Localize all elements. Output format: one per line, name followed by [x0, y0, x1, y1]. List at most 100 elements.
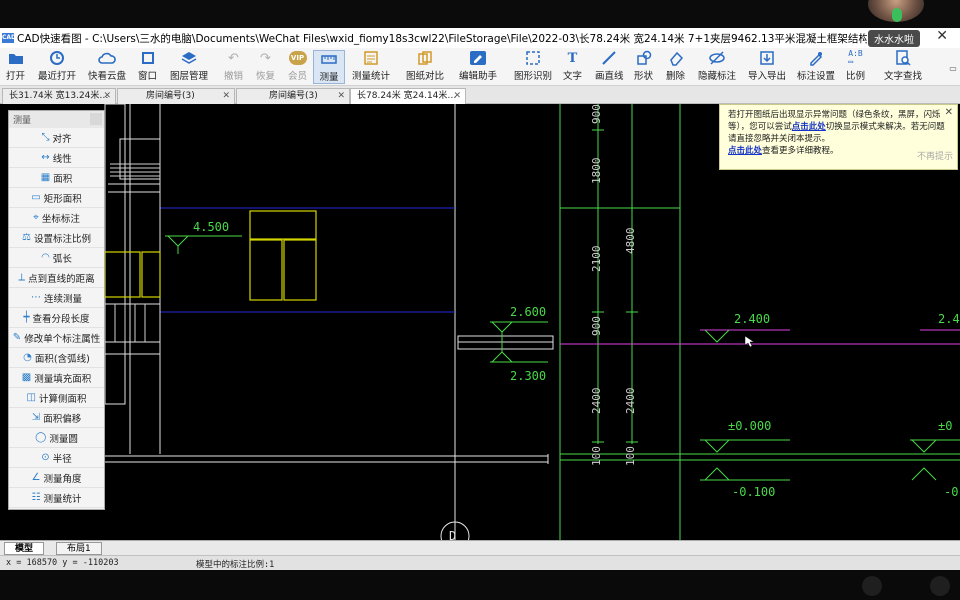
compare-icon	[416, 50, 434, 66]
measure-tool-item[interactable]: ↔ 线性	[9, 148, 104, 168]
title-bar: CAD CAD快速看图 - C:\Users\三水的电脑\Documents\W…	[0, 28, 960, 48]
measure-tool-item[interactable]: ∠ 测量角度	[9, 468, 104, 488]
switch-display-mode-link[interactable]: 点击此处	[792, 122, 826, 132]
measure-tool-item[interactable]: ✎ 修改单个标注属性	[9, 328, 104, 348]
draw-line-label: 画直线	[595, 71, 624, 82]
elevation-label-2400: 2.400	[734, 312, 770, 326]
close-tab-icon[interactable]: ✕	[222, 89, 230, 104]
edit-helper-button[interactable]: 编辑助手	[459, 50, 497, 82]
undo-button[interactable]: ↶ 撤销	[224, 50, 243, 83]
measure-tool-item[interactable]: ⇲ 面积偏移	[9, 408, 104, 428]
scale-button[interactable]: A:B ▭ 比例	[846, 50, 865, 83]
arc-area-icon: ◔	[23, 352, 32, 363]
cloud-button[interactable]: 快看云盘	[88, 50, 126, 82]
panel-minimize-button[interactable]	[90, 113, 102, 125]
align-icon: ⤡	[41, 132, 50, 143]
measure-tool-label: 计算侧面积	[38, 393, 87, 405]
compare-button[interactable]: 图纸对比	[406, 50, 444, 82]
open-button[interactable]: 打开	[6, 50, 25, 82]
measure-stats-button[interactable]: 测量统计	[352, 50, 390, 82]
video-control-icon[interactable]	[862, 576, 882, 596]
measure-tool-item[interactable]: ◫ 计算侧面积	[9, 388, 104, 408]
measure-tool-label: 半径	[52, 453, 72, 465]
video-overlay-bottom	[0, 570, 960, 600]
elevation-label-neg0100: -0.100	[732, 485, 775, 499]
close-tab-icon[interactable]: ✕	[453, 89, 461, 104]
mark-settings-button[interactable]: 标注设置	[797, 50, 835, 82]
elevation-label-2300: 2.300	[510, 369, 546, 383]
measure-tool-item[interactable]: ⟂ 点到直线的距离	[9, 268, 104, 288]
measure-tool-item[interactable]: ⚖ 设置标注比例	[9, 228, 104, 248]
close-tab-icon[interactable]: ✕	[103, 89, 111, 104]
measure-tool-item[interactable]: ▩ 测量填充面积	[9, 368, 104, 388]
notice-close-icon[interactable]: ✕	[945, 107, 953, 119]
dimension-1800: 1800	[590, 158, 603, 185]
measure-tool-item[interactable]: ⌖ 坐标标注	[9, 208, 104, 228]
measure-tool-item[interactable]: ⋯ 连续测量	[9, 288, 104, 308]
stats-sheet-icon	[362, 50, 380, 66]
close-tab-icon[interactable]: ✕	[337, 89, 345, 104]
open-label: 打开	[6, 71, 26, 82]
radius-icon: ⊙	[41, 452, 50, 463]
folder-icon	[7, 50, 25, 66]
draw-line-button[interactable]: 画直线	[595, 50, 624, 82]
measure-tool-item[interactable]: ┿ 查看分段长度	[9, 308, 104, 328]
measure-tool-item[interactable]: ☷ 测量统计	[9, 488, 104, 508]
segment-icon: ┿	[23, 312, 30, 323]
stats-icon: ☷	[31, 492, 41, 503]
text-search-button[interactable]: 文字查找	[884, 50, 922, 82]
measure-button[interactable]: 测量	[313, 50, 345, 84]
shape-recog-button[interactable]: 图形识别	[514, 50, 552, 82]
app-logo-icon: CAD	[2, 33, 17, 43]
tab-room-number-1[interactable]: 房间编号(3) ✕	[117, 88, 235, 104]
window-button[interactable]: 窗口	[138, 50, 157, 82]
tab-label: 长31.74米 宽13.24米…	[9, 91, 109, 101]
tab-room-number-2[interactable]: 房间编号(3) ✕	[236, 88, 350, 104]
import-export-button[interactable]: 导入导出	[748, 50, 786, 82]
elevation-label-0000-right: ±0	[938, 419, 952, 433]
text-search-icon	[894, 50, 912, 66]
measure-panel-list: ⤡ 对齐 ↔ 线性 ▦ 面积 ▭ 矩形面积 ⌖ 坐标标注 ⚖ 设置标注比例 ◠ 弧长 ⟂ 点到直线的距离 ⋯ 连续…	[9, 128, 104, 508]
measure-tool-item[interactable]: ▦ 面积	[9, 168, 104, 188]
tab-doc-active[interactable]: 长78.24米 宽24.14米… ✕	[350, 88, 466, 104]
text-icon: T	[567, 50, 578, 66]
text-button[interactable]: T 文字	[563, 50, 582, 83]
main-toolbar: 打开 最近打开 快看云盘 窗口 图层管理 ↶ 撤销 ↷ 恢复 VIP 会员 测量…	[0, 48, 960, 86]
tab-model[interactable]: 模型	[4, 542, 45, 555]
circle-icon: ◯	[35, 432, 47, 443]
compare-label: 图纸对比	[406, 71, 445, 82]
hide-marks-label: 隐藏标注	[698, 71, 737, 82]
tab-layout-1[interactable]: 布局1	[56, 542, 102, 555]
microphone-icon	[892, 8, 902, 22]
redo-icon: ↷	[260, 50, 271, 66]
edit-helper-icon	[469, 50, 487, 66]
measure-tool-label: 测量填充面积	[34, 373, 92, 385]
cad-viewer-window: CAD CAD快速看图 - C:\Users\三水的电脑\Documents\W…	[0, 0, 960, 600]
display-issue-notice: 若打开图纸后出现显示异常问题（绿色条纹，黑屏，闪烁等），您可以尝试点击此处切换显…	[719, 104, 958, 170]
hide-marks-button[interactable]: 隐藏标注	[698, 50, 736, 82]
redo-button[interactable]: ↷ 恢复	[256, 50, 275, 83]
measure-tool-item[interactable]: ▭ 矩形面积	[9, 188, 104, 208]
measure-tool-item[interactable]: ◔ 面积(含弧线)	[9, 348, 104, 368]
close-window-button[interactable]: ✕	[936, 28, 948, 44]
measure-tool-item[interactable]: ⊙ 半径	[9, 448, 104, 468]
measure-tool-item[interactable]: ◯ 测量圆	[9, 428, 104, 448]
import-export-icon	[758, 50, 776, 66]
elevation-label-4500: 4.500	[193, 220, 229, 234]
dont-show-again-button[interactable]: 不再提示	[917, 151, 953, 163]
measure-tool-item[interactable]: ◠ 弧长	[9, 248, 104, 268]
measure-tool-item[interactable]: ⤡ 对齐	[9, 128, 104, 148]
delete-button[interactable]: 删除	[666, 50, 685, 82]
axis-label-d: D	[449, 529, 456, 540]
shape-button[interactable]: 形状	[634, 50, 653, 82]
cloud-label: 快看云盘	[88, 71, 127, 82]
toolbar-more-button[interactable]: ▭	[944, 60, 960, 78]
measure-tool-label: 连续测量	[43, 293, 82, 305]
member-button[interactable]: VIP 会员	[288, 50, 307, 82]
video-control-icon[interactable]	[930, 576, 950, 596]
tab-doc-1[interactable]: 长31.74米 宽13.24米… ✕	[2, 88, 116, 104]
recent-button[interactable]: 最近打开	[38, 50, 76, 82]
tutorial-link[interactable]: 点击此处	[728, 146, 762, 156]
user-badge[interactable]: 水水水啦	[868, 30, 920, 47]
layers-button[interactable]: 图层管理	[170, 50, 208, 82]
